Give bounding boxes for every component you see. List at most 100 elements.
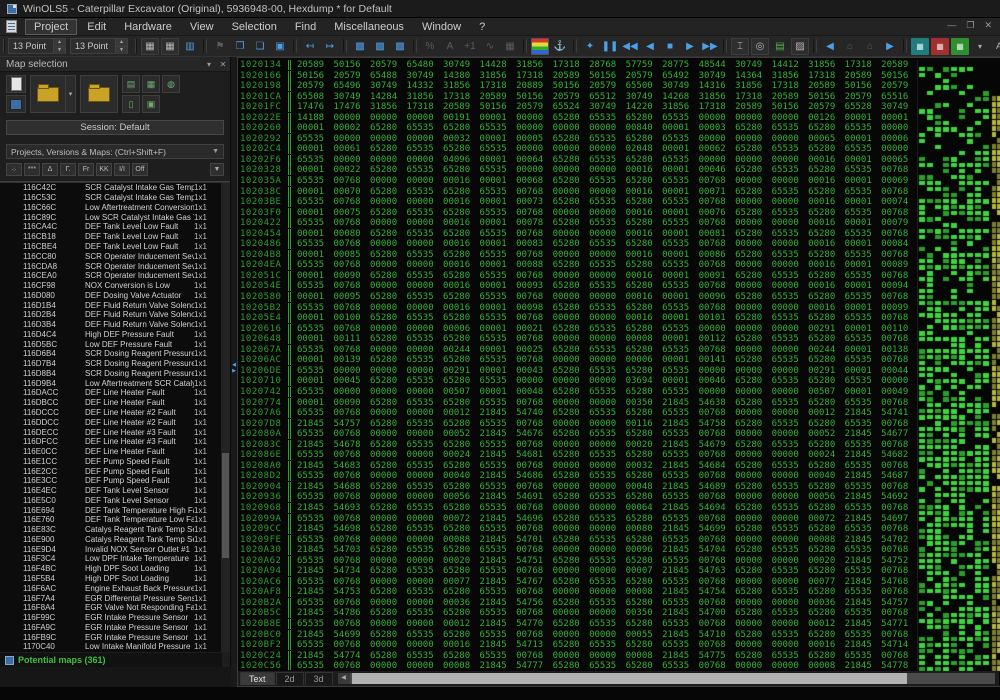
- all-elements-filter-label[interactable]: All elements: [996, 41, 1000, 52]
- filter-button[interactable]: ⁘: [6, 163, 22, 176]
- map-list-scrollbar[interactable]: [221, 183, 230, 652]
- sep-4[interactable]: [413, 39, 417, 53]
- hex-row[interactable]: 10203F0 00001 00075 65280 65535 65280 65…: [240, 208, 916, 219]
- menu-item[interactable]: ?: [471, 20, 493, 34]
- hex-row[interactable]: 1020AC6 65535 00768 00000 00000 00077 21…: [240, 577, 916, 588]
- map-row[interactable]: 116E900 Catalys Reagent Tank Temp Sensor…: [0, 535, 222, 545]
- hex-row[interactable]: 102086E 65535 00768 00000 00000 00024 21…: [240, 450, 916, 461]
- hex-row[interactable]: 10206AC 00001 00139 65280 65535 65280 65…: [240, 355, 916, 366]
- matrix-16bit-icon[interactable]: ▩: [371, 38, 389, 55]
- map-row[interactable]: 116DFCC DEF Line Heater #3 Fault 1x1: [0, 437, 222, 447]
- menu-item[interactable]: Window: [414, 20, 469, 34]
- menu-item[interactable]: Selection: [224, 20, 285, 34]
- map-row[interactable]: 116D6B4 SCR Dosing Reagent Pressure Sens…: [0, 349, 222, 359]
- view-tab[interactable]: 3d: [305, 672, 333, 685]
- narrow-columns-icon[interactable]: ↤: [301, 38, 319, 55]
- menu-item[interactable]: Miscellaneous: [326, 20, 412, 34]
- map-row[interactable]: 116E3CC DEF Pump Speed Fault 1x1: [0, 476, 222, 486]
- map-row[interactable]: 116E2CC DEF Pump Speed Fault 1x1: [0, 466, 222, 476]
- map-row[interactable]: 116FA9C EGR Intake Pressure Sensor 1x1: [0, 622, 222, 632]
- sep-8[interactable]: [813, 39, 817, 53]
- hex-row[interactable]: 1020B2A 65535 00768 00000 00000 00036 21…: [240, 598, 916, 609]
- point-size-spinner-right[interactable]: 13 Point ▲▼: [70, 38, 128, 54]
- map-row[interactable]: 116CA4C DEF Tank Level Low Fault 1x1: [0, 222, 222, 232]
- hex-row[interactable]: 1020454 00001 00080 65280 65535 65280 65…: [240, 229, 916, 240]
- grid-view-2-icon[interactable]: ▦: [161, 38, 179, 55]
- matrix-32bit-icon[interactable]: ▩: [391, 38, 409, 55]
- increment-icon[interactable]: +1: [461, 38, 479, 55]
- hex-row[interactable]: 1020422 65535 00768 00000 00000 00016 00…: [240, 218, 916, 229]
- hex-row[interactable]: 102054E 65535 00768 00000 00000 00016 00…: [240, 281, 916, 292]
- hex-row[interactable]: 1020968 21845 54693 65280 65535 65280 65…: [240, 503, 916, 514]
- bookmark-flag-icon[interactable]: ⚑: [211, 38, 229, 55]
- hex-row[interactable]: 1020AF8 21845 54753 65280 65535 65280 65…: [240, 587, 916, 598]
- hex-row[interactable]: 1020134 20589 50156 20579 65480 30749 14…: [240, 60, 916, 71]
- panel-status-row[interactable]: Potential maps (361): [0, 653, 222, 667]
- filter-button[interactable]: KK: [96, 163, 112, 176]
- map-row[interactable]: 116CC80 SCR Operater Inducement Severity…: [0, 251, 222, 261]
- grid-view-icon[interactable]: ▦: [141, 38, 159, 55]
- matrix-8bit-icon[interactable]: ▩: [351, 38, 369, 55]
- map-row[interactable]: 116F5B4 High DPF Soot Loading 1x1: [0, 574, 222, 584]
- sep-6[interactable]: [573, 39, 577, 53]
- grid-small-icon[interactable]: ▦: [501, 38, 519, 55]
- map-row[interactable]: 116DDCC DEF Line Heater #2 Fault 1x1: [0, 417, 222, 427]
- point-size-spinner-left[interactable]: 13 Point ▲▼: [8, 38, 66, 54]
- spinner-stepper[interactable]: ▲▼: [53, 39, 65, 54]
- hex-row[interactable]: 1020580 00001 00095 65280 65535 65280 65…: [240, 292, 916, 303]
- map-row[interactable]: 116D7B4 SCR Dosing Reagent Pressure Sens…: [0, 359, 222, 369]
- menu-item[interactable]: Hardware: [116, 20, 180, 34]
- hex-row[interactable]: 1020A30 21845 54703 65280 65535 65280 65…: [240, 545, 916, 556]
- session-selector[interactable]: Session: Default: [6, 120, 224, 135]
- hex-row[interactable]: 1020166 50156 20579 65488 30749 14380 31…: [240, 71, 916, 82]
- window-split-icon[interactable]: ❐: [231, 38, 249, 55]
- map-row[interactable]: 116F4BC High DPF Soot Loading 1x1: [0, 564, 222, 574]
- hex-row[interactable]: 1020C24 21845 54774 65280 65535 65280 65…: [240, 651, 916, 662]
- panel-dropdown-icon[interactable]: ▾: [202, 60, 216, 69]
- globe-icon[interactable]: ◍: [162, 75, 180, 93]
- map-row[interactable]: 116E83C Catalys Reagent Tank Temp Sensor…: [0, 525, 222, 535]
- mdi-restore-button[interactable]: ❐: [966, 20, 974, 31]
- curve-icon[interactable]: ∿: [481, 38, 499, 55]
- hex-row[interactable]: 10202C4 00001 00061 65280 65535 65280 65…: [240, 144, 916, 155]
- map-row[interactable]: 116E5C0 DEF Tank Level Sensor 1x1: [0, 496, 222, 506]
- panel-close-icon[interactable]: ✕: [216, 60, 230, 69]
- data-overview-minimap[interactable]: [917, 60, 1000, 670]
- hex-row[interactable]: 1020328 00001 00022 65280 65535 65280 65…: [240, 165, 916, 176]
- doc-hatch-icon[interactable]: ▨: [791, 38, 809, 55]
- step-back-icon[interactable]: ◀: [641, 38, 659, 55]
- percent-icon[interactable]: %: [421, 38, 439, 55]
- hex-row[interactable]: 10201FC 17476 17476 31856 17318 20589 50…: [240, 102, 916, 113]
- map-row[interactable]: 116D4C4 High DEF Pressure Fault 1x1: [0, 329, 222, 339]
- hex-row[interactable]: 1020198 20579 65496 30749 14332 31856 17…: [240, 81, 916, 92]
- filter-button[interactable]: Δ: [42, 163, 58, 176]
- hex-row[interactable]: 102022E 14188 00000 00000 00000 00191 00…: [240, 113, 916, 124]
- hex-row[interactable]: 102099A 65535 00768 00000 00000 00072 21…: [240, 514, 916, 525]
- mdi-close-button[interactable]: ✕: [984, 20, 992, 31]
- scrollbar-thumb[interactable]: [222, 453, 229, 558]
- hex-row[interactable]: 10208A0 21845 54683 65280 65535 65280 65…: [240, 461, 916, 472]
- hex-row[interactable]: 102067A 65535 00768 00000 00000 00244 00…: [240, 345, 916, 356]
- map-row[interactable]: 1170C40 Low Intake Manifold Pressure 1x1: [0, 642, 222, 652]
- hex-row[interactable]: 10202F6 65535 00000 00000 00000 04096 00…: [240, 155, 916, 166]
- play-icon[interactable]: ▶: [681, 38, 699, 55]
- hex-row[interactable]: 10209FE 65535 00768 00000 00000 00088 21…: [240, 535, 916, 546]
- hex-row[interactable]: 1020936 65535 00768 00000 00000 00056 21…: [240, 492, 916, 503]
- sep-1[interactable]: [203, 39, 207, 53]
- stop-icon[interactable]: ■: [661, 38, 679, 55]
- menu-item[interactable]: View: [182, 20, 222, 34]
- hex-row[interactable]: 1020616 65535 00768 00000 00000 00006 00…: [240, 324, 916, 335]
- map-row[interactable]: 116CBE4 DEF Tank Level Low Fault 1x1: [0, 242, 222, 252]
- sep-2[interactable]: [293, 39, 297, 53]
- hex-row[interactable]: 1020A62 65535 00768 00000 00000 00020 21…: [240, 556, 916, 567]
- fast-forward-icon[interactable]: ▶▶: [701, 38, 719, 55]
- hex-row[interactable]: 10204B8 00001 00085 65280 65535 65280 65…: [240, 250, 916, 261]
- hex-row[interactable]: 1020904 21845 54688 65280 65535 65280 65…: [240, 482, 916, 493]
- hex-row[interactable]: 1020486 65535 00768 00000 00000 00016 00…: [240, 239, 916, 250]
- hex-row[interactable]: 1020710 00001 00045 65280 65535 65280 65…: [240, 376, 916, 387]
- hex-row[interactable]: 1020BC0 21845 54699 65280 65535 65280 65…: [240, 630, 916, 641]
- nav-forward-icon[interactable]: ▶: [881, 38, 899, 55]
- hex-row[interactable]: 1020774 00001 00090 65280 65535 65280 65…: [240, 398, 916, 409]
- window-tile-icon[interactable]: ▣: [271, 38, 289, 55]
- mdi-minimize-button[interactable]: —: [947, 20, 956, 31]
